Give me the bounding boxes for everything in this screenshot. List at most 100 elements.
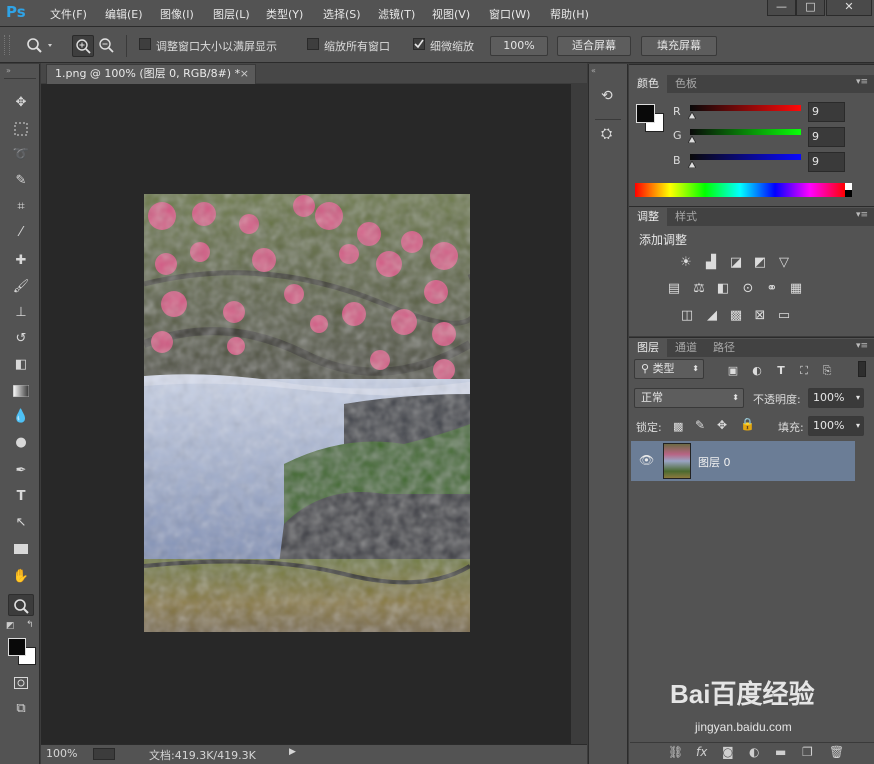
- collapse-dock-icon[interactable]: «: [591, 66, 596, 75]
- path-select-tool-icon[interactable]: ↖: [8, 512, 34, 534]
- g-slider-handle-icon[interactable]: [688, 136, 696, 143]
- clone-stamp-tool-icon[interactable]: ⊥: [8, 302, 34, 324]
- blend-mode-dropdown[interactable]: 正常 ⬍: [634, 388, 744, 408]
- menu-type[interactable]: 类型(Y): [266, 6, 303, 22]
- brush-tool-icon[interactable]: 🖌: [8, 276, 34, 298]
- menu-image[interactable]: 图像(I): [160, 6, 194, 22]
- threshold-icon[interactable]: ▩: [727, 308, 745, 324]
- layer-name[interactable]: 图层 0: [698, 454, 731, 470]
- menu-help[interactable]: 帮助(H): [550, 6, 589, 22]
- brightness-contrast-icon[interactable]: ☀: [677, 255, 695, 271]
- lock-transparency-icon[interactable]: ▩: [673, 420, 683, 433]
- g-slider[interactable]: [690, 129, 801, 135]
- new-layer-icon[interactable]: ❐: [802, 745, 813, 759]
- selective-color-icon[interactable]: ⊠: [751, 308, 769, 324]
- tab-swatches[interactable]: 色板: [667, 75, 705, 93]
- color-spectrum-bar[interactable]: [635, 183, 845, 197]
- filter-type-icon[interactable]: T: [774, 364, 788, 378]
- panel-menu-icon[interactable]: ▾≡: [856, 210, 868, 220]
- move-tool-icon[interactable]: ✥: [8, 92, 34, 114]
- r-slider-handle-icon[interactable]: [688, 112, 696, 119]
- tab-color[interactable]: 颜色: [629, 75, 667, 93]
- foreground-color-swatch[interactable]: [8, 638, 26, 656]
- menu-window[interactable]: 窗口(W): [489, 6, 530, 22]
- blur-tool-icon[interactable]: 💧: [8, 406, 34, 428]
- resize-windows-checkbox[interactable]: [139, 38, 151, 50]
- scrubby-zoom-checkbox[interactable]: [413, 38, 425, 50]
- menu-filter[interactable]: 滤镜(T): [378, 6, 415, 22]
- b-value-input[interactable]: 9: [808, 152, 845, 172]
- filter-pixel-icon[interactable]: ▣: [726, 364, 740, 378]
- layer-visibility-eye-icon[interactable]: 👁: [639, 453, 654, 467]
- color-lookup-icon[interactable]: ▦: [787, 281, 805, 297]
- hand-tool-icon[interactable]: ✋: [8, 566, 34, 588]
- hue-saturation-icon[interactable]: ▤: [665, 281, 683, 297]
- adjustment-icon[interactable]: ◐: [749, 745, 759, 759]
- lasso-tool-icon[interactable]: ➰: [8, 144, 34, 166]
- history-panel-icon[interactable]: ⟲: [601, 88, 613, 104]
- healing-brush-tool-icon[interactable]: ✚: [8, 250, 34, 272]
- close-button[interactable]: ✕: [826, 0, 872, 16]
- default-colors-icon[interactable]: ◩: [6, 621, 15, 631]
- zoom-all-checkbox[interactable]: [307, 38, 319, 50]
- panel-menu-icon[interactable]: ▾≡: [856, 77, 868, 87]
- history-brush-tool-icon[interactable]: ↺: [8, 328, 34, 350]
- fit-screen-button[interactable]: 适合屏幕: [557, 36, 631, 56]
- maximize-button[interactable]: □: [796, 0, 825, 16]
- tab-channels[interactable]: 通道: [667, 339, 705, 357]
- tab-layers[interactable]: 图层: [629, 339, 667, 357]
- document-tab[interactable]: 1.png @ 100% (图层 0, RGB/8#) * ×: [46, 64, 256, 84]
- photo-filter-icon[interactable]: ⊙: [739, 281, 757, 297]
- status-icon[interactable]: [93, 748, 115, 760]
- color-panel-foreground-swatch[interactable]: [636, 104, 655, 123]
- curves-icon[interactable]: ◪: [727, 255, 745, 271]
- levels-icon[interactable]: ▟: [702, 255, 720, 271]
- panel-menu-icon[interactable]: ▾≡: [856, 341, 868, 351]
- grip-handle[interactable]: [4, 35, 10, 55]
- minimize-button[interactable]: —: [767, 0, 796, 16]
- tab-paths[interactable]: 路径: [705, 339, 743, 357]
- pen-tool-icon[interactable]: ✒: [8, 460, 34, 482]
- menu-view[interactable]: 视图(V): [432, 6, 470, 22]
- gradient-tool-icon[interactable]: [8, 380, 34, 402]
- spectrum-black-swatch[interactable]: [845, 190, 852, 197]
- r-value-input[interactable]: 9: [808, 102, 845, 122]
- eraser-tool-icon[interactable]: ◧: [8, 354, 34, 376]
- filter-toggle-switch[interactable]: [858, 361, 866, 377]
- swap-colors-icon[interactable]: ↰: [26, 620, 34, 630]
- g-value-input[interactable]: 9: [808, 127, 845, 147]
- layer-filter-dropdown[interactable]: ⚲ 类型 ⬍: [634, 359, 704, 379]
- zoom-tool-icon[interactable]: [8, 594, 34, 616]
- gradient-map-icon[interactable]: ▭: [775, 308, 793, 324]
- fill-input[interactable]: 100% ▾: [808, 416, 864, 436]
- eyedropper-tool-icon[interactable]: ⁄: [8, 222, 34, 244]
- zoom-in-button[interactable]: [72, 35, 94, 57]
- zoom-out-button[interactable]: [96, 35, 118, 57]
- fx-icon[interactable]: fx: [696, 745, 707, 759]
- menu-layer[interactable]: 图层(L): [213, 6, 250, 22]
- properties-panel-icon[interactable]: ⛭: [601, 126, 612, 142]
- zoom-100-button[interactable]: 100%: [490, 36, 548, 56]
- status-zoom[interactable]: 100%: [46, 747, 77, 760]
- quick-select-tool-icon[interactable]: ✎: [8, 170, 34, 192]
- opacity-input[interactable]: 100% ▾: [808, 388, 864, 408]
- menu-select[interactable]: 选择(S): [323, 6, 361, 22]
- status-menu-arrow-icon[interactable]: ▶: [289, 747, 296, 757]
- vertical-scrollbar[interactable]: [571, 84, 587, 744]
- vibrance-icon[interactable]: ▽: [775, 255, 793, 271]
- b-slider[interactable]: [690, 154, 801, 160]
- exposure-icon[interactable]: ◩: [751, 255, 769, 271]
- tab-styles[interactable]: 样式: [667, 208, 705, 226]
- group-icon[interactable]: ▬: [775, 745, 786, 759]
- channel-mixer-icon[interactable]: ⚭: [763, 281, 781, 297]
- color-balance-icon[interactable]: ⚖: [690, 281, 708, 297]
- marquee-tool-icon[interactable]: [8, 118, 34, 140]
- layer-row[interactable]: 👁 图层 0: [631, 441, 855, 481]
- crop-tool-icon[interactable]: ⌗: [8, 196, 34, 218]
- screen-mode-icon[interactable]: ⧉: [8, 698, 34, 720]
- filter-smart-object-icon[interactable]: ⎘: [820, 364, 834, 378]
- lock-paint-icon[interactable]: ✎: [695, 418, 705, 432]
- mask-icon[interactable]: ◙: [722, 745, 734, 759]
- link-icon[interactable]: ⛓: [668, 745, 683, 759]
- trash-icon[interactable]: 🗑: [829, 745, 844, 759]
